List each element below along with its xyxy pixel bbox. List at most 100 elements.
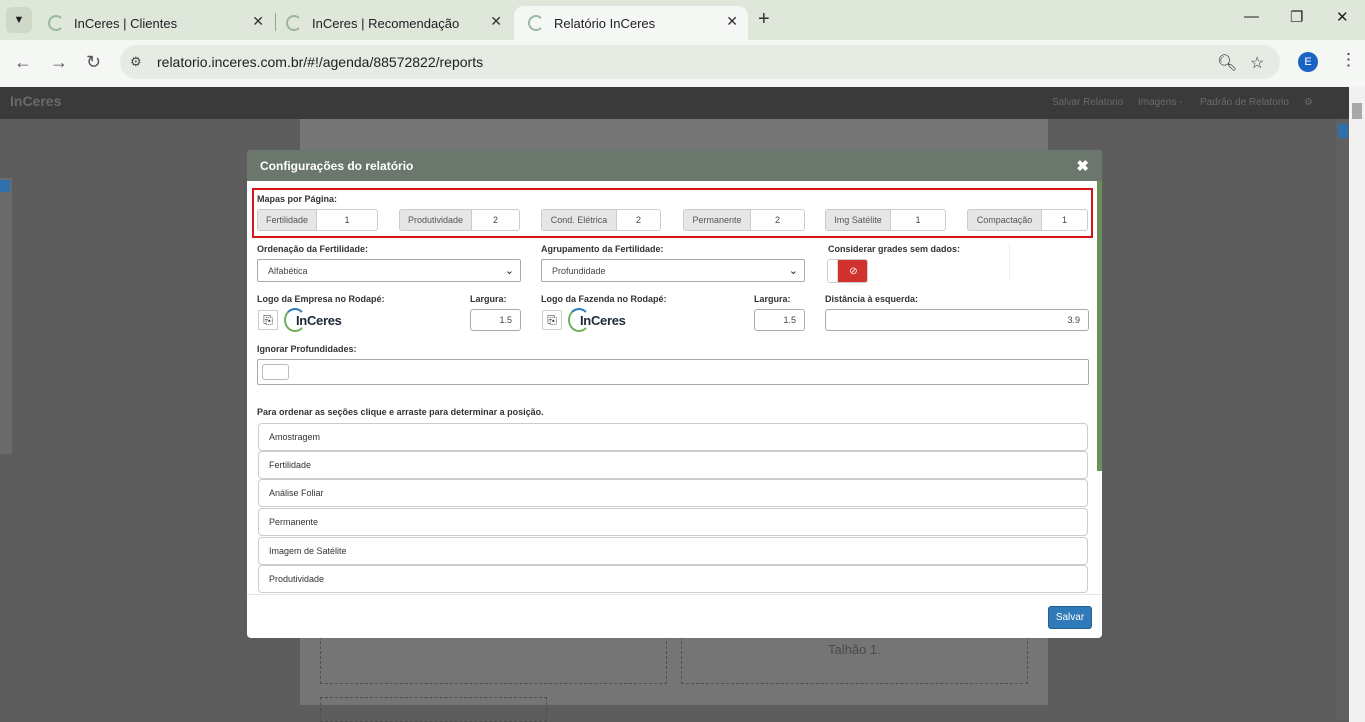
page-scrollbar[interactable] [1349, 87, 1365, 722]
profile-avatar[interactable]: E [1298, 52, 1318, 72]
restore-icon[interactable]: ❐ [1290, 8, 1303, 26]
menu-report-standard[interactable]: Padrão de Relatorio [1200, 97, 1289, 108]
section-item-produtividade[interactable]: Produtividade [258, 565, 1088, 593]
address-bar[interactable]: ⚙ relatorio.inceres.com.br/#!/agenda/885… [120, 45, 1280, 79]
ignore-depths-input[interactable] [262, 364, 289, 380]
modal-footer: Salvar [247, 594, 1102, 638]
close-tab-icon[interactable]: ✕ [726, 13, 738, 30]
url-text[interactable]: relatorio.inceres.com.br/#!/agenda/88572… [157, 54, 483, 70]
modal-body: Mapas por Página: Fertilidade 1 Produtiv… [247, 181, 1102, 594]
farm-width-input[interactable]: 1.5 [754, 309, 805, 331]
modal-title: Configurações do relatório [260, 159, 414, 173]
toggle-knob [828, 260, 838, 282]
fertilidade-addon: Fertilidade [257, 209, 317, 231]
left-side-panel [0, 178, 12, 454]
menu-images[interactable]: Imagens - [1138, 97, 1182, 108]
section-item-permanente[interactable]: Permanente [258, 508, 1088, 536]
report-map-frame [320, 636, 667, 684]
upload-image-icon[interactable]: ⎘ [258, 310, 278, 330]
ignore-depths-label: Ignorar Profundidades: [257, 344, 357, 354]
zoom-icon[interactable]: 🔍︎ [1217, 53, 1237, 73]
cond-eletrica-maps-input[interactable]: 2 [617, 209, 661, 231]
left-distance-label: Distância à esquerda: [825, 294, 919, 304]
reload-icon[interactable]: ↻ [86, 52, 101, 73]
farm-logo: InCeres [568, 308, 626, 332]
produtividade-addon: Produtividade [399, 209, 472, 231]
browser-tab-relatorio[interactable]: Relatório InCeres ✕ [514, 6, 748, 40]
bookmark-star-icon[interactable]: ☆ [1250, 53, 1264, 73]
app-logo: InCeres [10, 93, 62, 109]
tab-search-button[interactable]: ▼ [6, 7, 32, 33]
section-item-fertilidade[interactable]: Fertilidade [258, 451, 1088, 479]
produtividade-maps-input[interactable]: 2 [472, 209, 520, 231]
save-button[interactable]: Salvar [1048, 606, 1092, 629]
ordering-select[interactable]: Alfabética ⌄ [257, 259, 521, 282]
back-icon[interactable]: ← [14, 52, 32, 73]
img-satelite-maps-group: Img Satélite 1 [825, 209, 946, 231]
browser-tab-clientes[interactable]: InCeres | Clientes ✕ [34, 6, 274, 40]
talhao-label: Talhão 1. [828, 642, 881, 657]
grouping-value: Profundidade [552, 265, 606, 276]
upload-image-icon[interactable]: ⎘ [542, 310, 562, 330]
section-item-analise-foliar[interactable]: Análise Foliar [258, 479, 1088, 507]
compactacao-maps-group: Compactação 1 [967, 209, 1088, 231]
ignore-depths-field[interactable] [257, 359, 1089, 385]
img-satelite-addon: Img Satélite [825, 209, 891, 231]
inceres-favicon-icon [286, 15, 302, 31]
fertilidade-maps-group: Fertilidade 1 [257, 209, 378, 231]
app-header: InCeres Salvar Relatorio Imagens - Padrã… [0, 87, 1365, 119]
inceres-favicon-icon [48, 15, 64, 31]
browser-tab-bar: ▼ InCeres | Clientes ✕ InCeres | Recomen… [0, 0, 1365, 40]
left-panel-toggle[interactable] [0, 180, 10, 192]
maps-per-page-label: Mapas por Página: [257, 194, 338, 204]
produtividade-maps-group: Produtividade 2 [399, 209, 520, 231]
close-window-icon[interactable]: ✕ [1336, 8, 1349, 26]
permanente-addon: Permanente [683, 209, 751, 231]
compactacao-maps-input[interactable]: 1 [1042, 209, 1088, 231]
chevron-down-icon: ⌄ [504, 265, 514, 277]
left-distance-input[interactable]: 3.9 [825, 309, 1089, 331]
fertilidade-maps-input[interactable]: 1 [317, 209, 378, 231]
ban-icon: ⊘ [838, 260, 867, 282]
ordering-label: Ordenação da Fertilidade: [257, 244, 369, 254]
chevron-down-icon: ⌄ [788, 265, 798, 277]
grouping-select[interactable]: Profundidade ⌄ [541, 259, 805, 282]
settings-gear-icon[interactable]: ⚙ [1304, 97, 1313, 108]
sections-hint: Para ordenar as seções clique e arraste … [257, 407, 544, 417]
close-tab-icon[interactable]: ✕ [490, 13, 502, 30]
browser-menu-icon[interactable]: ⋮ [1340, 50, 1357, 70]
modal-scrollbar[interactable] [1097, 181, 1102, 471]
company-logo: InCeres [284, 308, 342, 332]
new-tab-icon[interactable]: + [758, 8, 770, 31]
minimize-icon[interactable]: — [1244, 8, 1259, 25]
report-map-frame [320, 697, 547, 722]
cond-eletrica-maps-group: Cond. Elétrica 2 [541, 209, 661, 231]
close-icon[interactable]: ✖ [1076, 157, 1089, 175]
report-settings-modal: Configurações do relatório ✖ Mapas por P… [247, 150, 1102, 638]
empty-grids-toggle[interactable]: ⊘ [827, 259, 868, 283]
menu-save-report[interactable]: Salvar Relatorio [1052, 97, 1123, 108]
forward-icon[interactable]: → [50, 52, 68, 73]
permanente-maps-group: Permanente 2 [683, 209, 805, 231]
grouping-label: Agrupamento da Fertilidade: [541, 244, 664, 254]
company-width-label: Largura: [470, 294, 507, 304]
section-item-amostragem[interactable]: Amostragem [258, 423, 1088, 451]
ordering-value: Alfabética [268, 265, 308, 276]
permanente-maps-input[interactable]: 2 [751, 209, 805, 231]
right-panel-toggle[interactable] [1338, 124, 1348, 138]
empty-grids-label: Considerar grades sem dados: [828, 244, 961, 254]
divider [1009, 243, 1010, 279]
inceres-favicon-icon [528, 15, 544, 31]
cond-eletrica-addon: Cond. Elétrica [541, 209, 617, 231]
modal-header: Configurações do relatório ✖ [247, 150, 1102, 181]
img-satelite-maps-input[interactable]: 1 [891, 209, 946, 231]
browser-tab-recomendacao[interactable]: InCeres | Recomendação ✕ [272, 6, 512, 40]
section-item-imagem-satelite[interactable]: Imagem de Satélite [258, 537, 1088, 565]
farm-logo-label: Logo da Fazenda no Rodapé: [541, 294, 667, 304]
close-tab-icon[interactable]: ✕ [252, 13, 264, 30]
site-info-icon[interactable]: ⚙ [130, 54, 142, 70]
company-logo-label: Logo da Empresa no Rodapé: [257, 294, 385, 304]
right-side-panel [1336, 119, 1349, 719]
company-width-input[interactable]: 1.5 [470, 309, 521, 331]
scrollbar-thumb[interactable] [1352, 103, 1362, 119]
